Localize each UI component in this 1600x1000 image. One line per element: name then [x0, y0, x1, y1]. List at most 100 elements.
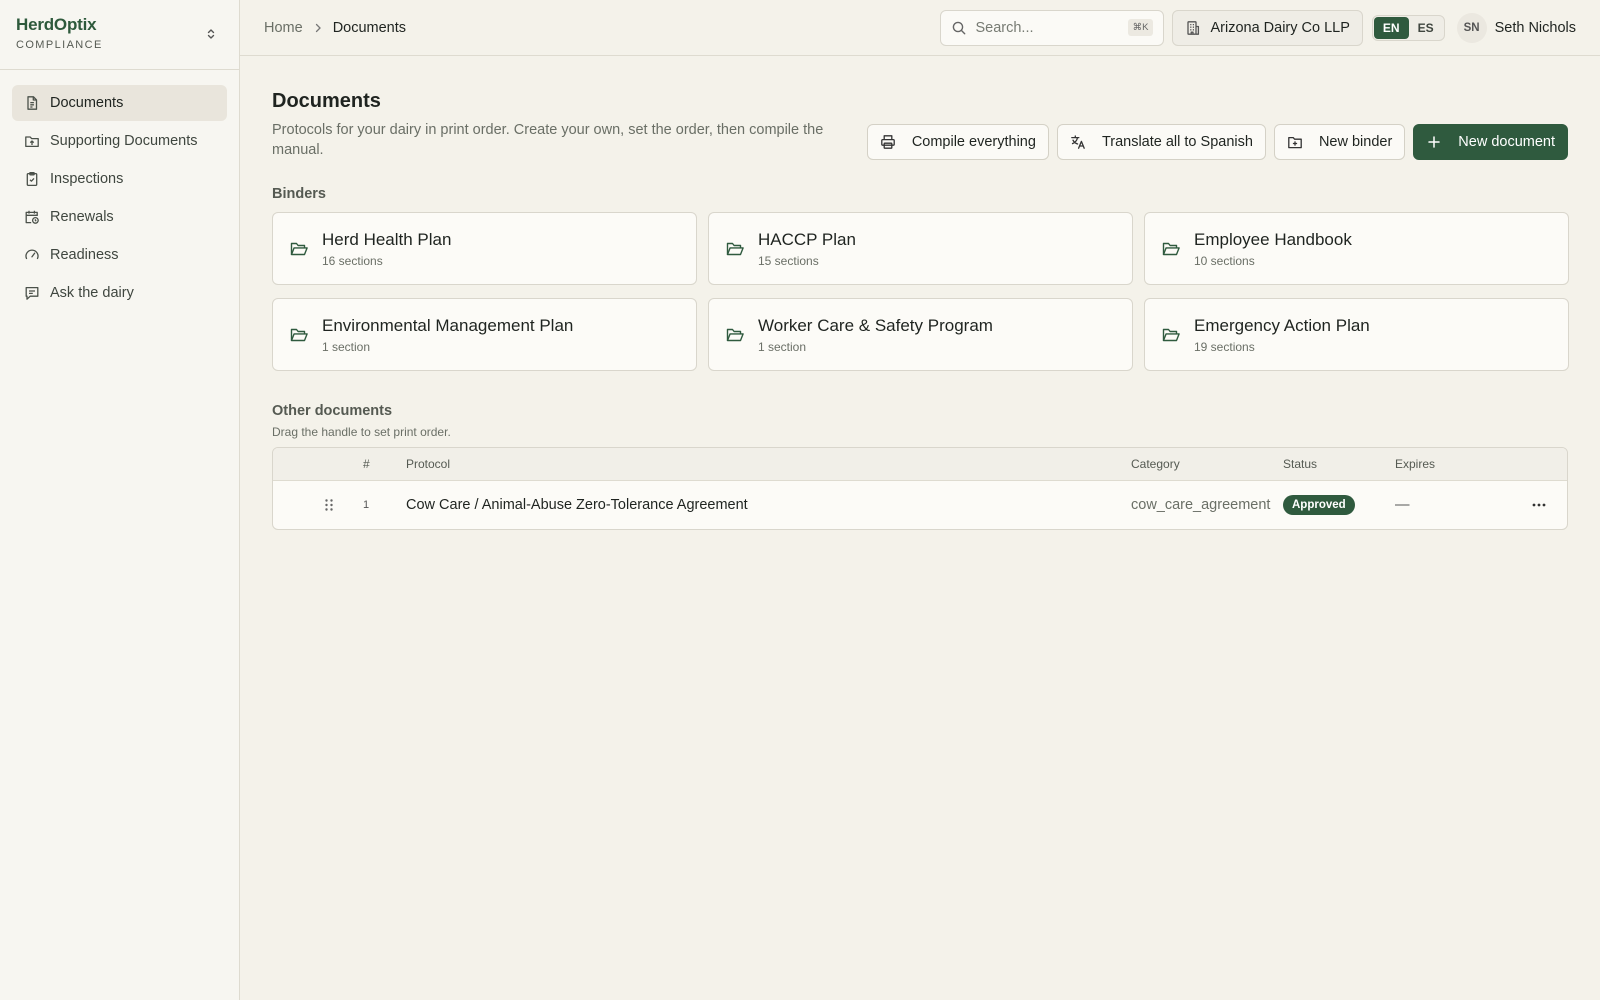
brand[interactable]: HerdOptix COMPLIANCE: [0, 0, 239, 70]
language-toggle: EN ES: [1371, 14, 1445, 41]
binder-card[interactable]: Emergency Action Plan 19 sections: [1144, 298, 1569, 371]
user-name: Seth Nichols: [1494, 19, 1576, 36]
sidebar-item-label: Renewals: [50, 209, 114, 225]
translate-all-label: Translate all to Spanish: [1101, 134, 1253, 150]
column-header-number[interactable]: #: [363, 457, 370, 471]
binder-section-count: 15 sections: [758, 253, 819, 268]
breadcrumb-current: Documents: [332, 19, 407, 36]
chevron-right-icon: [311, 21, 325, 35]
other-documents-hint: Drag the handle to set print order.: [272, 425, 451, 439]
sidebar-item-label: Inspections: [50, 171, 124, 187]
sidebar-item-label: Supporting Documents: [50, 133, 198, 149]
folder-open-icon: [1161, 239, 1181, 259]
compile-everything-label: Compile everything: [911, 134, 1036, 150]
translate-all-button[interactable]: Translate all to Spanish: [1056, 124, 1266, 160]
binder-title: Herd Health Plan: [322, 229, 452, 249]
binder-section-count: 10 sections: [1194, 253, 1255, 268]
sidebar-item-ask-the-dairy[interactable]: Ask the dairy: [12, 275, 227, 311]
lang-es[interactable]: ES: [1409, 17, 1443, 39]
sidebar-item-inspections[interactable]: Inspections: [12, 161, 227, 197]
binders-heading: Binders: [272, 186, 326, 202]
folder-plus-icon: [1287, 134, 1303, 150]
other-documents-heading: Other documents: [272, 403, 393, 419]
page-title: Documents: [272, 90, 381, 112]
status-badge: Approved: [1283, 495, 1355, 515]
folder-open-icon: [289, 239, 309, 259]
main-content: Documents Protocols for your dairy in pr…: [272, 56, 1569, 530]
new-binder-button[interactable]: New binder: [1273, 124, 1406, 160]
new-document-label: New document: [1458, 134, 1555, 150]
org-name: Arizona Dairy Co LLP: [1210, 19, 1350, 36]
binder-title: Employee Handbook: [1194, 229, 1352, 249]
sidebar-item-renewals[interactable]: Renewals: [12, 199, 227, 235]
binder-card[interactable]: Herd Health Plan 16 sections: [272, 212, 697, 285]
row-protocol[interactable]: Cow Care / Animal-Abuse Zero-Tolerance A…: [406, 497, 748, 513]
binder-card[interactable]: HACCP Plan 15 sections: [708, 212, 1133, 285]
new-binder-label: New binder: [1318, 134, 1393, 150]
sidebar-item-label: Documents: [50, 95, 124, 111]
page-description: Protocols for your dairy in print order.…: [272, 122, 824, 158]
search-icon: [951, 20, 967, 36]
binder-title: Environmental Management Plan: [322, 315, 574, 335]
header-actions: Search... ⌘K Arizona Dairy Co LLP EN ES …: [940, 9, 1576, 46]
brand-name: HerdOptix: [16, 15, 97, 34]
chat-icon: [24, 285, 40, 301]
folder-open-icon: [289, 325, 309, 345]
binder-section-count: 19 sections: [1194, 339, 1255, 354]
column-header-status[interactable]: Status: [1283, 457, 1317, 471]
search-shortcut: ⌘K: [1127, 19, 1154, 36]
page-actions: Compile everything Translate all to Span…: [859, 124, 1568, 160]
more-options-icon[interactable]: [1531, 497, 1547, 513]
sidebar: HerdOptix COMPLIANCE Documents Supportin…: [0, 0, 240, 1000]
binder-card[interactable]: Worker Care & Safety Program 1 section: [708, 298, 1133, 371]
column-header-category[interactable]: Category: [1131, 457, 1180, 471]
sidebar-nav: Documents Supporting Documents Inspectio…: [0, 70, 239, 328]
binder-card[interactable]: Environmental Management Plan 1 section: [272, 298, 697, 371]
lang-en[interactable]: EN: [1373, 16, 1409, 39]
new-document-button[interactable]: New document: [1413, 124, 1568, 160]
drag-handle-icon[interactable]: [323, 498, 335, 512]
avatar: SN: [1456, 12, 1487, 43]
clipboard-check-icon: [24, 171, 40, 187]
breadcrumb-home[interactable]: Home: [264, 20, 303, 36]
binder-title: Worker Care & Safety Program: [758, 315, 993, 335]
gauge-icon: [24, 247, 40, 263]
search-input[interactable]: Search... ⌘K: [940, 9, 1165, 46]
building-icon: [1185, 20, 1201, 36]
column-header-expires[interactable]: Expires: [1395, 457, 1435, 471]
chevron-up-down-icon[interactable]: [203, 26, 219, 42]
translate-icon: [1070, 134, 1086, 150]
row-category: cow_care_agreement: [1131, 497, 1271, 513]
table-row[interactable]: 1 Cow Care / Animal-Abuse Zero-Tolerance…: [273, 481, 1567, 529]
folder-upload-icon: [24, 133, 40, 149]
row-number: 1: [363, 499, 370, 511]
binder-section-count: 1 section: [758, 339, 807, 354]
documents-table: # Protocol Category Status Expires 1 Cow…: [272, 447, 1568, 530]
page-header: Documents Protocols for your dairy in pr…: [272, 56, 1568, 186]
breadcrumb: Home Documents: [264, 20, 406, 36]
binder-title: Emergency Action Plan: [1194, 315, 1370, 335]
binder-section-count: 16 sections: [322, 253, 383, 268]
column-header-protocol[interactable]: Protocol: [406, 457, 450, 471]
folder-open-icon: [725, 239, 745, 259]
sidebar-item-supporting-documents[interactable]: Supporting Documents: [12, 123, 227, 159]
sidebar-item-documents[interactable]: Documents: [12, 85, 227, 121]
row-expires: —: [1395, 497, 1410, 513]
sidebar-item-label: Ask the dairy: [50, 285, 134, 301]
search-placeholder: Search...: [975, 19, 1034, 36]
document-icon: [24, 95, 40, 111]
sidebar-item-readiness[interactable]: Readiness: [12, 237, 227, 273]
table-header: # Protocol Category Status Expires: [273, 448, 1567, 481]
top-header: Home Documents Search... ⌘K Arizona Dair…: [240, 0, 1600, 56]
user-menu[interactable]: SN Seth Nichols: [1456, 12, 1576, 43]
calendar-clock-icon: [24, 209, 40, 225]
brand-subtitle: COMPLIANCE: [16, 39, 103, 51]
folder-open-icon: [725, 325, 745, 345]
org-switcher[interactable]: Arizona Dairy Co LLP: [1172, 9, 1363, 46]
binder-section-count: 1 section: [322, 339, 371, 354]
binders-grid: Herd Health Plan 16 sections HACCP Plan …: [272, 212, 1569, 371]
compile-everything-button[interactable]: Compile everything: [866, 124, 1049, 160]
binder-title: HACCP Plan: [758, 229, 856, 249]
sidebar-item-label: Readiness: [50, 247, 119, 263]
binder-card[interactable]: Employee Handbook 10 sections: [1144, 212, 1569, 285]
